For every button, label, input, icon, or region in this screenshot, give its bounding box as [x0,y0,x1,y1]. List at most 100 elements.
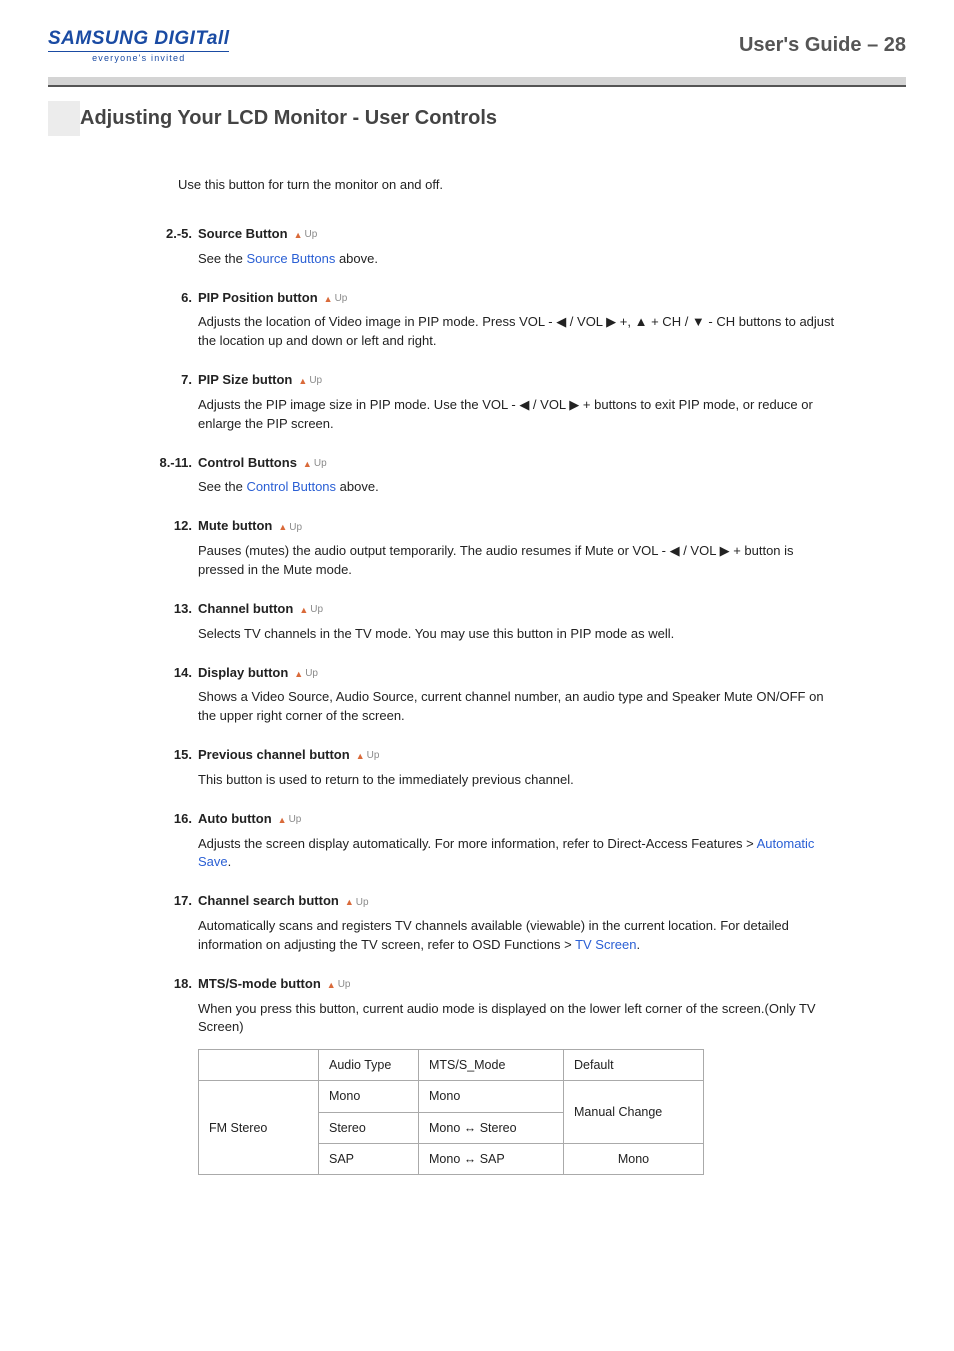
up-label: Up [289,813,302,828]
item-body: See the Source Buttons above. [198,250,836,269]
right-arrow-icon: ▶ [569,397,579,412]
tv-screen-link[interactable]: TV Screen [575,937,636,952]
body-text: Adjusts the PIP image size in PIP mode. … [198,397,519,412]
item-body: Adjusts the location of Video image in P… [198,313,836,351]
item-number: 13. [148,600,192,619]
item-title: PIP Position button [198,289,318,308]
logo-tagline: everyone's invited [92,53,185,63]
page-number: User's Guide – 28 [739,34,906,57]
item-source-button: 2.-5. Source Button ▲Up See the Source B… [148,225,836,269]
table-cell: Mono [564,1143,704,1174]
up-triangle-icon: ▲ [324,293,333,306]
item-number: 15. [148,746,192,765]
body-text: See the [198,251,246,266]
up-label: Up [338,978,351,993]
up-link[interactable]: ▲Up [299,603,323,618]
up-link[interactable]: ▲Up [324,292,348,307]
item-pip-size: 7. PIP Size button ▲Up Adjusts the PIP i… [148,371,836,434]
item-number: 17. [148,892,192,911]
item-title: Source Button [198,225,288,244]
table-header: Default [564,1050,704,1081]
table-cell: SAP [319,1143,419,1174]
up-link[interactable]: ▲Up [294,667,318,682]
up-link[interactable]: ▲Up [303,457,327,472]
up-label: Up [304,228,317,243]
up-link[interactable]: ▲Up [356,749,380,764]
up-link[interactable]: ▲Up [278,521,302,536]
up-triangle-icon: ▲ [298,375,307,388]
body-text: / VOL [680,543,720,558]
section-title-pad [48,101,80,136]
content-body: Use this button for turn the monitor on … [48,176,906,1175]
logo-text: SAMSUNG DIGITall [48,28,229,52]
up-triangle-icon: ▲ [345,896,354,909]
table-cell: Mono [319,1081,419,1112]
item-control-buttons: 8.-11. Control Buttons ▲Up See the Contr… [148,454,836,498]
item-body: Pauses (mutes) the audio output temporar… [198,542,836,580]
page-header: SAMSUNG DIGITall everyone's invited User… [0,0,954,77]
right-arrow-icon: ▶ [720,543,730,558]
table-cell: Mono ↔ Stereo [419,1112,564,1143]
table-cell-empty [199,1050,319,1081]
audio-mode-table: Audio Type MTS/S_Mode Default FM Stereo … [198,1049,704,1175]
item-number: 6. [148,289,192,308]
item-number: 8.-11. [148,454,192,473]
bidir-arrow-icon: ↔ [464,1121,477,1135]
table-header: MTS/S_Mode [419,1050,564,1081]
up-link[interactable]: ▲Up [298,374,322,389]
up-link[interactable]: ▲Up [278,813,302,828]
up-label: Up [310,603,323,618]
up-triangle-icon: ▲ [278,814,287,827]
up-triangle-icon: ▲ [294,668,303,681]
item-body: See the Control Buttons above. [198,478,836,497]
body-text: Automatically scans and registers TV cha… [198,918,789,952]
item-pip-position: 6. PIP Position button ▲Up Adjusts the l… [148,289,836,352]
up-link[interactable]: ▲Up [294,228,318,243]
body-text: . [228,854,232,869]
item-title: Previous channel button [198,746,350,765]
up-label: Up [335,292,348,307]
cell-text: Stereo [476,1121,516,1135]
cell-text: SAP [476,1152,505,1166]
item-channel-search: 17. Channel search button ▲Up Automatica… [148,892,836,955]
up-label: Up [289,521,302,536]
item-number: 7. [148,371,192,390]
up-link[interactable]: ▲Up [327,978,351,993]
body-text: above. [335,251,378,266]
up-triangle-icon: ▲ [356,750,365,763]
item-body: Adjusts the screen display automatically… [198,835,836,873]
up-label: Up [309,374,322,389]
item-number: 18. [148,975,192,994]
body-text: + CH / [647,314,691,329]
item-body: When you press this button, current audi… [198,1000,836,1038]
left-arrow-icon: ◀ [519,397,529,412]
up-link[interactable]: ▲Up [345,896,369,911]
control-buttons-link[interactable]: Control Buttons [246,479,336,494]
body-text: Adjusts the screen display automatically… [198,836,757,851]
brand-logo: SAMSUNG DIGITall everyone's invited [48,28,229,63]
item-title: MTS/S-mode button [198,975,321,994]
table-cell: Mono [419,1081,564,1112]
up-label: Up [305,667,318,682]
item-channel-button: 13. Channel button ▲Up Selects TV channe… [148,600,836,644]
item-body: Automatically scans and registers TV cha… [198,917,836,955]
item-auto-button: 16. Auto button ▲Up Adjusts the screen d… [148,810,836,873]
header-divider-thick [48,77,906,85]
bidir-arrow-icon: ↔ [464,1152,477,1166]
item-body: Selects TV channels in the TV mode. You … [198,625,836,644]
item-title: Mute button [198,517,272,536]
up-triangle-icon: ▲ [294,229,303,242]
header-divider-thin [48,85,906,87]
table-row: Audio Type MTS/S_Mode Default [199,1050,704,1081]
left-arrow-icon: ◀ [556,314,566,329]
table-header: Audio Type [319,1050,419,1081]
body-text: above. [336,479,379,494]
item-body: Adjusts the PIP image size in PIP mode. … [198,396,836,434]
source-buttons-link[interactable]: Source Buttons [246,251,335,266]
body-text: / VOL [566,314,606,329]
item-title: Control Buttons [198,454,297,473]
cell-text: Mono [429,1152,464,1166]
intro-text: Use this button for turn the monitor on … [178,176,836,195]
item-number: 16. [148,810,192,829]
table-rowlabel: FM Stereo [199,1081,319,1174]
